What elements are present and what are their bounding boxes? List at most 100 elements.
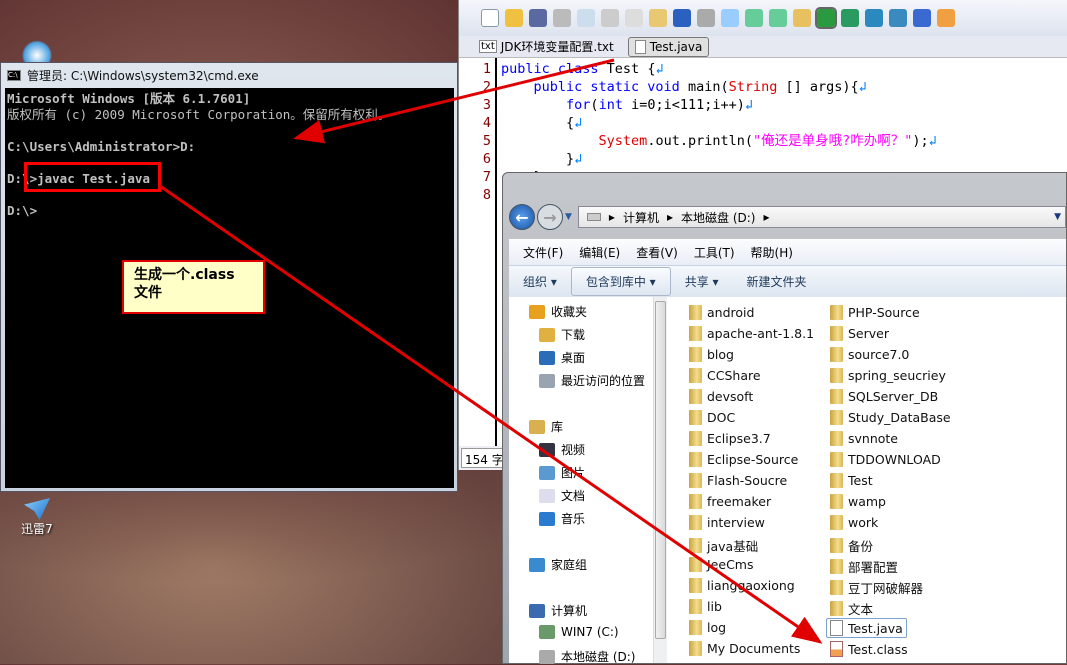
nav-item[interactable]: 图片 <box>539 464 585 481</box>
redo-icon[interactable] <box>697 9 715 27</box>
navigation-pane[interactable]: 收藏夹下载桌面最近访问的位置库视频图片文档音乐家庭组计算机 WIN7 (C:) 本地… <box>509 297 653 665</box>
print-preview-icon[interactable] <box>577 9 595 27</box>
file-list[interactable]: android apache-ant-1.8.1 blog CCShare devsof… <box>667 297 1066 663</box>
nav-item[interactable]: WIN7 (C:) <box>539 625 619 639</box>
tab-jdk-config[interactable]: txt JDK环境变量配置.txt <box>473 36 620 57</box>
menu-help[interactable]: 帮助(H) <box>751 244 793 261</box>
refresh-icon[interactable] <box>865 9 883 27</box>
new-file-icon[interactable] <box>481 9 499 27</box>
file-item[interactable]: work <box>830 515 878 530</box>
folder-icon <box>830 452 843 467</box>
file-item[interactable]: lianggaoxiong <box>689 578 795 593</box>
file-item[interactable]: JeeCms <box>689 557 753 572</box>
file-item[interactable]: svnnote <box>830 431 898 446</box>
nav-item[interactable]: 桌面 <box>539 349 585 366</box>
nav-item[interactable]: 库 <box>529 418 563 435</box>
nav-item[interactable]: 音乐 <box>539 510 585 527</box>
tab-test-java[interactable]: Test.java <box>627 36 710 57</box>
file-item[interactable]: Study_DataBase <box>830 410 951 425</box>
file-item[interactable]: 豆丁网破解器 <box>830 578 923 597</box>
file-item[interactable]: apache-ant-1.8.1 <box>689 326 814 341</box>
file-item[interactable]: Test.java <box>826 618 907 638</box>
file-item[interactable]: My Documents <box>689 641 800 656</box>
file-item[interactable]: 文本 <box>830 599 873 618</box>
file-item[interactable]: freemaker <box>689 494 771 509</box>
new-folder-button[interactable]: 新建文件夹 <box>747 273 807 290</box>
nav-item[interactable]: 视频 <box>539 441 585 458</box>
forward-button[interactable]: → <box>537 204 563 230</box>
save-icon[interactable] <box>529 9 547 27</box>
undo-icon[interactable] <box>673 9 691 27</box>
file-item[interactable]: spring_seucriey <box>830 368 946 383</box>
desktop-icon-partial[interactable] <box>22 40 52 62</box>
explorer-window[interactable]: ← → ▼ ▸ 计算机 ▸ 本地磁盘 (D:) ▸ ▼ 文件(F) 编辑(E) … <box>502 172 1067 664</box>
nav-item[interactable]: 最近访问的位置 <box>539 372 645 389</box>
scrollbar-thumb[interactable] <box>655 301 666 639</box>
file-item[interactable]: TDDOWNLOAD <box>830 452 941 467</box>
nav-item[interactable]: 收藏夹 <box>529 303 587 320</box>
paste-icon[interactable] <box>649 9 667 27</box>
sync-icon[interactable] <box>841 9 859 27</box>
file-item[interactable]: Test.class <box>830 641 908 657</box>
file-item[interactable]: DOC <box>689 410 735 425</box>
checklist-icon[interactable] <box>937 9 955 27</box>
nav-scrollbar[interactable] <box>653 297 667 663</box>
share-button[interactable]: 共享 ▾ <box>685 273 719 290</box>
menu-view[interactable]: 查看(V) <box>636 244 678 261</box>
file-item[interactable]: lib <box>689 599 722 614</box>
file-item[interactable]: Flash-Soucre <box>689 473 787 488</box>
find-icon[interactable] <box>721 9 739 27</box>
file-item[interactable]: Test <box>830 473 873 488</box>
file-item[interactable]: interview <box>689 515 765 530</box>
nav-item[interactable]: 本地磁盘 (D:) <box>539 648 635 665</box>
code-line: }↲ <box>501 150 937 168</box>
breadcrumb-computer[interactable]: 计算机 <box>623 209 659 226</box>
file-item[interactable]: 部署配置 <box>830 557 898 576</box>
file-item[interactable]: log <box>689 620 726 635</box>
open-folder-icon[interactable] <box>505 9 523 27</box>
nav-item[interactable]: 计算机 <box>529 602 587 619</box>
organize-button[interactable]: 组织 ▾ <box>523 273 557 290</box>
word-wrap-icon[interactable] <box>815 7 837 29</box>
folder-icon <box>689 389 702 404</box>
file-item[interactable]: devsoft <box>689 389 753 404</box>
include-in-library-button[interactable]: 包含到库中 ▾ <box>570 267 671 296</box>
find-in-files-icon[interactable] <box>793 9 811 27</box>
chevron-right-icon[interactable]: ▸ <box>763 210 769 224</box>
nav-item[interactable]: 下载 <box>539 326 585 343</box>
nav-item[interactable]: 家庭组 <box>529 556 587 573</box>
file-item[interactable]: SQLServer_DB <box>830 389 938 404</box>
copy-icon[interactable] <box>625 9 643 27</box>
file-item[interactable]: 备份 <box>830 536 873 555</box>
line-number: 6 <box>482 151 491 167</box>
encoding-icon[interactable] <box>913 9 931 27</box>
file-item[interactable]: CCShare <box>689 368 761 383</box>
menu-edit[interactable]: 编辑(E) <box>579 244 620 261</box>
file-item[interactable]: android <box>689 305 754 320</box>
file-item[interactable]: Eclipse-Source <box>689 452 798 467</box>
export-icon[interactable] <box>889 9 907 27</box>
cut-icon[interactable] <box>601 9 619 27</box>
address-bar[interactable]: ▸ 计算机 ▸ 本地磁盘 (D:) ▸ ▼ <box>577 206 1066 228</box>
find-next-icon[interactable] <box>745 9 763 27</box>
back-button[interactable]: ← <box>509 204 535 230</box>
file-item[interactable]: java基础 <box>689 536 758 555</box>
breadcrumb-drive-d[interactable]: 本地磁盘 (D:) <box>681 209 755 226</box>
menu-file[interactable]: 文件(F) <box>523 244 563 261</box>
file-item[interactable]: blog <box>689 347 734 362</box>
cmd-title-bar[interactable]: C:\ 管理员: C:\Windows\system32\cmd.exe <box>1 63 457 87</box>
history-dropdown-icon[interactable]: ▼ <box>565 212 572 222</box>
print-icon[interactable] <box>553 9 571 27</box>
find-prev-icon[interactable] <box>769 9 787 27</box>
nav-item-label: 本地磁盘 (D:) <box>561 650 636 664</box>
file-item[interactable]: PHP-Source <box>830 305 920 320</box>
desktop-icon-xunlei[interactable]: 迅雷7 <box>12 498 62 537</box>
file-item[interactable]: Server <box>830 326 889 341</box>
file-item[interactable]: source7.0 <box>830 347 909 362</box>
address-dropdown-icon[interactable]: ▼ <box>1054 212 1065 222</box>
code-keyword: for <box>566 97 591 113</box>
nav-item[interactable]: 文档 <box>539 487 585 504</box>
file-item[interactable]: Eclipse3.7 <box>689 431 771 446</box>
file-item[interactable]: wamp <box>830 494 886 509</box>
menu-tools[interactable]: 工具(T) <box>694 244 735 261</box>
